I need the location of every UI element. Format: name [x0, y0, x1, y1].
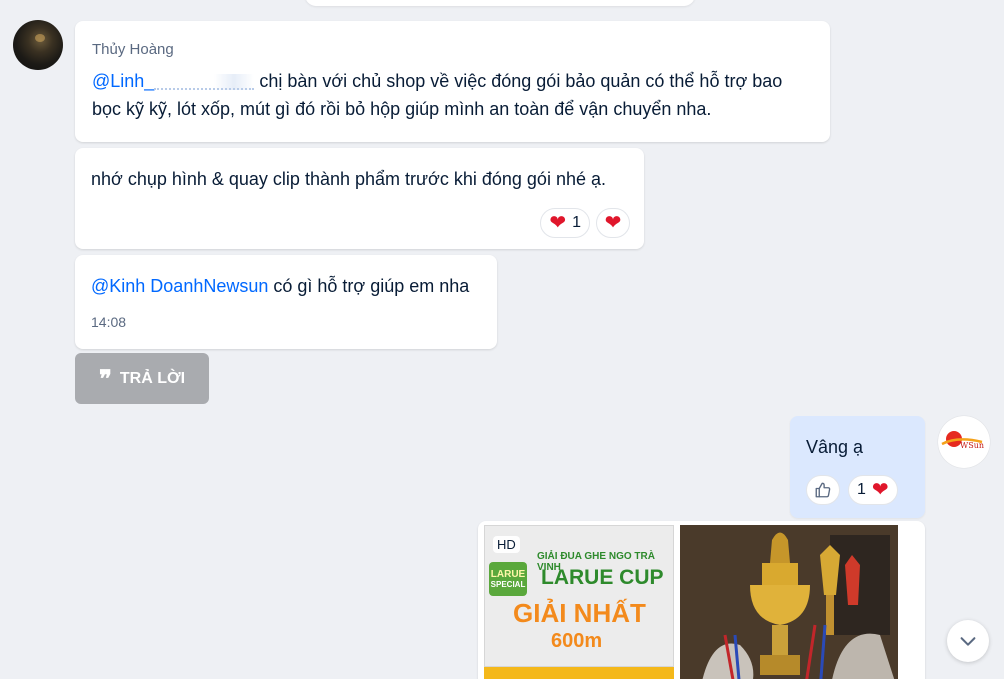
message-text: nhớ chụp hình & quay clip thành phẩm trư… [91, 169, 606, 189]
sender-avatar[interactable] [13, 20, 63, 70]
heart-icon: ❤ [604, 212, 622, 234]
own-avatar[interactable]: WSun [938, 416, 990, 468]
message-text: Vâng ạ [806, 437, 864, 457]
message-body: có gì hỗ trợ giúp em nha [268, 276, 470, 296]
chat-conversation: Thủy Hoàng @Linh_ chị bàn với chủ shop v… [0, 0, 1004, 679]
hd-badge: HD [493, 536, 520, 553]
message-text: @Linh_ chị bàn với chủ shop về việc đóng… [92, 67, 814, 123]
add-reaction-button[interactable]: ❤ [596, 208, 630, 238]
redacted-name [154, 74, 255, 91]
image-thumbnail-poster[interactable]: HD LARUE SPECIAL GIẢI ĐUA GHE NGO TRÀ VI… [484, 525, 674, 667]
top-notification-pill [305, 0, 695, 6]
reply-button-label: TRẢ LỜI [119, 369, 186, 387]
scroll-to-bottom-button[interactable] [947, 620, 989, 662]
logo-text: WSun [960, 441, 984, 450]
message-bubble[interactable]: nhớ chụp hình & quay clip thành phẩm trư… [75, 148, 644, 249]
avatar-image-detail [35, 34, 45, 42]
mention-link[interactable]: @Linh_ [92, 71, 154, 91]
heart-icon: ❤ [549, 212, 567, 234]
thumbs-up-icon [815, 482, 831, 498]
larue-logo: LARUE SPECIAL [489, 562, 527, 596]
quote-icon: ❞ [98, 363, 112, 393]
like-button[interactable] [806, 475, 840, 505]
sender-name[interactable]: Thủy Hoàng [92, 41, 814, 58]
reaction-bar: 1 ❤ [806, 475, 898, 505]
heart-icon: ❤ [871, 479, 889, 501]
newsun-logo: WSun [939, 417, 989, 467]
message-text: @Kinh DoanhNewsun có gì hỗ trợ giúp em n… [91, 272, 481, 300]
reaction-count: 1 [572, 214, 581, 231]
poster-brand-sub: SPECIAL [490, 580, 526, 589]
poster-prize: GIẢI NHẤT [513, 598, 646, 628]
trophy-photo [680, 525, 898, 679]
reply-button[interactable]: ❞ TRẢ LỜI [75, 353, 209, 404]
message-bubble[interactable]: Thủy Hoàng @Linh_ chị bàn với chủ shop v… [75, 21, 830, 142]
message-bubble[interactable]: @Kinh DoanhNewsun có gì hỗ trợ giúp em n… [75, 255, 497, 349]
image-thumbnail-trophies[interactable] [680, 525, 898, 679]
mention-link[interactable]: @Kinh DoanhNewsun [91, 276, 268, 296]
message-time: 14:08 [91, 314, 127, 330]
poster-distance: 600m [551, 630, 603, 652]
own-message-bubble[interactable]: Vâng ạ 1 ❤ [790, 416, 925, 518]
reaction-bar: ❤ 1 ❤ [540, 208, 630, 238]
image-message[interactable]: HD LARUE SPECIAL GIẢI ĐUA GHE NGO TRÀ VI… [478, 521, 925, 679]
reaction-chip-heart[interactable]: 1 ❤ [848, 475, 898, 505]
poster-title: LARUE CUP [541, 566, 664, 589]
chevron-down-icon [960, 637, 976, 646]
reaction-count: 1 [857, 481, 866, 498]
poster-bottom-strip [484, 667, 674, 679]
poster-brand: LARUE [490, 569, 526, 580]
reaction-chip-heart[interactable]: ❤ 1 [540, 208, 590, 238]
